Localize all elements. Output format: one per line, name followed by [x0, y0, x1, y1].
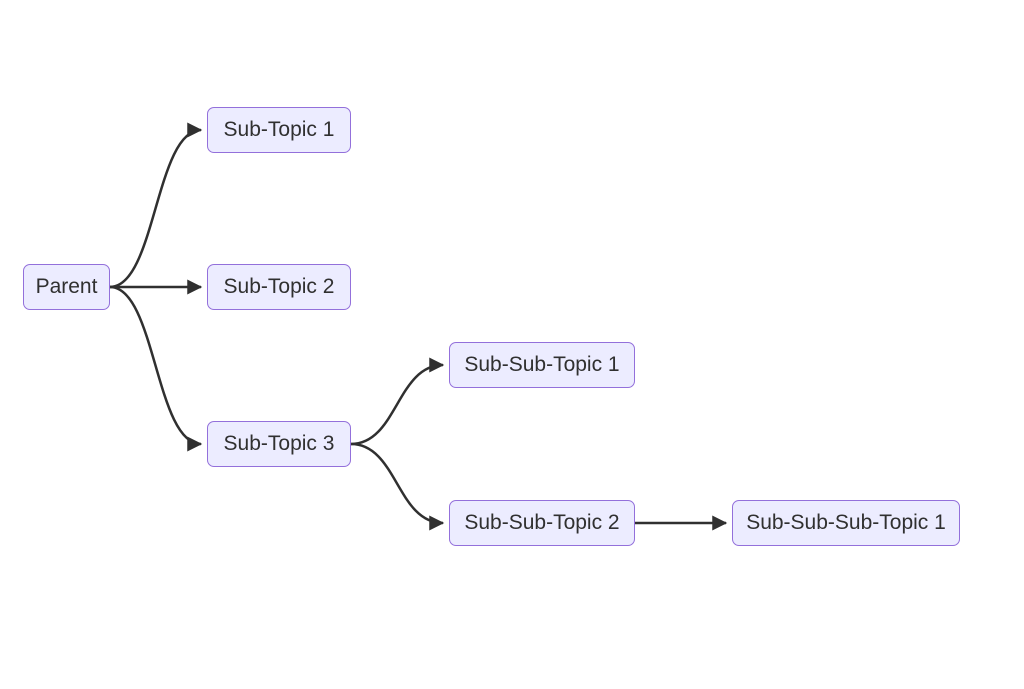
node-ss2: Sub-Sub-Topic 2	[449, 500, 635, 546]
node-parent: Parent	[23, 264, 110, 310]
node-sub3: Sub-Topic 3	[207, 421, 351, 467]
node-sub1: Sub-Topic 1	[207, 107, 351, 153]
edge-sub3-to-ss1	[351, 365, 443, 444]
edge-sub3-to-ss2	[351, 444, 443, 523]
edge-parent-to-sub1	[110, 130, 201, 287]
node-ss1: Sub-Sub-Topic 1	[449, 342, 635, 388]
node-sss1: Sub-Sub-Sub-Topic 1	[732, 500, 960, 546]
node-sub2: Sub-Topic 2	[207, 264, 351, 310]
edge-parent-to-sub3	[110, 287, 201, 444]
